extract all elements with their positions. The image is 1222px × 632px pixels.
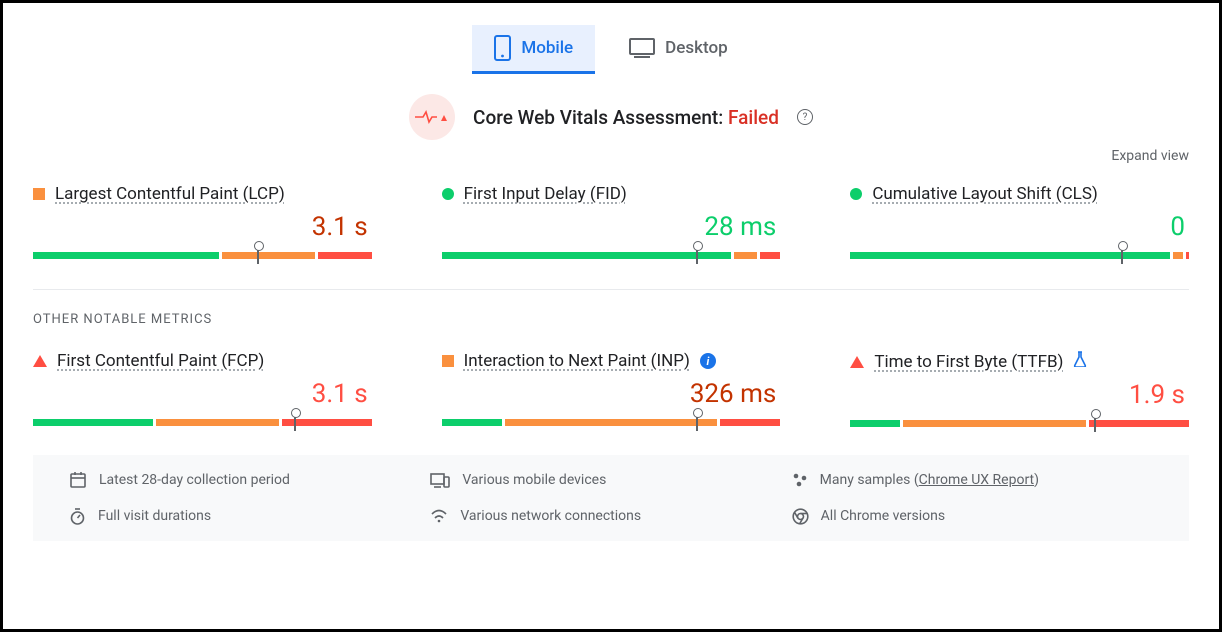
device-tabs: Mobile Desktop <box>33 3 1189 74</box>
desktop-icon <box>629 38 655 58</box>
chrome-icon <box>792 508 809 525</box>
tab-desktop[interactable]: Desktop <box>607 25 749 74</box>
metric-fid-name[interactable]: First Input Delay (FID) <box>464 184 627 204</box>
info-icon[interactable]: i <box>700 353 716 369</box>
metric-ttfb-name[interactable]: Time to First Byte (TTFB) <box>874 352 1063 372</box>
footer-samples: Many samples (Chrome UX Report) <box>792 471 1153 489</box>
metric-inp-value: 326 ms <box>442 379 781 409</box>
metric-fcp-name[interactable]: First Contentful Paint (FCP) <box>57 351 264 371</box>
metric-fcp: First Contentful Paint (FCP) 3.1 s <box>33 351 372 427</box>
devices-icon <box>430 472 450 488</box>
metric-fcp-bar <box>33 419 372 426</box>
assessment-status: Failed <box>728 106 779 129</box>
footer-devices: Various mobile devices <box>430 471 791 489</box>
metric-fid: First Input Delay (FID) 28 ms <box>442 184 781 259</box>
metric-fid-bar <box>442 252 781 259</box>
assessment-pulse-icon <box>409 94 455 140</box>
footer-info: Latest 28-day collection period Various … <box>33 455 1189 541</box>
tab-mobile[interactable]: Mobile <box>472 25 595 74</box>
footer-chrome: All Chrome versions <box>792 507 1153 525</box>
status-icon-orange-square <box>442 355 454 367</box>
metric-cls: Cumulative Layout Shift (CLS) 0 <box>850 184 1189 259</box>
metric-inp-name[interactable]: Interaction to Next Paint (INP) <box>464 351 690 371</box>
metric-ttfb-bar <box>850 420 1189 427</box>
expand-view-link[interactable]: Expand view <box>33 148 1189 164</box>
metric-inp-bar <box>442 419 781 426</box>
mobile-icon <box>494 35 511 61</box>
footer-network: Various network connections <box>430 507 791 525</box>
section-other-title: OTHER NOTABLE METRICS <box>33 312 1189 327</box>
tab-mobile-label: Mobile <box>521 38 573 58</box>
metric-lcp-value: 3.1 s <box>33 212 372 242</box>
footer-period: Latest 28-day collection period <box>69 471 430 489</box>
assessment-text: Core Web Vitals Assessment: Failed <box>473 106 779 129</box>
metric-ttfb-value: 1.9 s <box>850 380 1189 410</box>
crux-report-link[interactable]: Chrome UX Report <box>919 472 1034 488</box>
help-icon[interactable]: ? <box>797 109 813 125</box>
metric-lcp: Largest Contentful Paint (LCP) 3.1 s <box>33 184 372 259</box>
calendar-icon <box>69 471 87 489</box>
assessment-row: Core Web Vitals Assessment: Failed ? <box>33 94 1189 140</box>
metric-lcp-bar <box>33 252 372 259</box>
status-icon-green-circle <box>850 188 862 200</box>
metric-ttfb: Time to First Byte (TTFB) 1.9 s <box>850 351 1189 427</box>
experimental-flask-icon[interactable] <box>1073 351 1087 372</box>
footer-durations: Full visit durations <box>69 507 430 525</box>
scatter-icon <box>792 472 808 488</box>
metric-cls-bar <box>850 252 1189 259</box>
status-icon-red-triangle <box>33 355 47 367</box>
network-icon <box>430 509 448 523</box>
metric-cls-value: 0 <box>850 212 1189 242</box>
tab-desktop-label: Desktop <box>665 38 727 58</box>
metric-cls-name[interactable]: Cumulative Layout Shift (CLS) <box>872 184 1098 204</box>
metric-fid-value: 28 ms <box>442 212 781 242</box>
timer-icon <box>69 507 86 525</box>
status-icon-red-triangle <box>850 356 864 368</box>
metric-fcp-value: 3.1 s <box>33 379 372 409</box>
metric-inp: Interaction to Next Paint (INP) i 326 ms <box>442 351 781 427</box>
metric-lcp-name[interactable]: Largest Contentful Paint (LCP) <box>55 184 285 204</box>
status-icon-green-circle <box>442 188 454 200</box>
status-icon-orange-square <box>33 188 45 200</box>
